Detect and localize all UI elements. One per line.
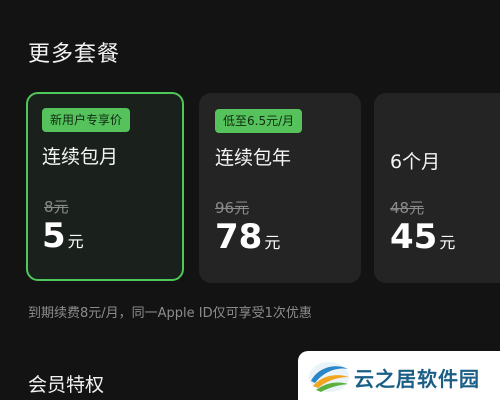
price-value: 78	[215, 217, 263, 257]
discount-badge: 低至6.5元/月	[215, 109, 303, 133]
price-unit: 元	[439, 233, 456, 252]
plan-card-yearly[interactable]: 低至6.5元/月 连续包年 96元 78 元	[199, 93, 361, 283]
new-user-price-badge: 新用户专享价	[42, 108, 131, 132]
price-value: 45	[390, 217, 438, 257]
price-unit: 元	[67, 232, 84, 251]
plan-name: 6个月	[390, 151, 441, 173]
original-price: 48元	[390, 199, 425, 217]
original-price: 8元	[44, 198, 69, 216]
price: 5元	[42, 216, 84, 256]
price-unit: 元	[264, 233, 281, 252]
watermark-text: 云之居软件园	[354, 367, 480, 391]
plan-card-monthly[interactable]: 新用户专享价 连续包月 8元 5元	[26, 92, 184, 281]
plan-cards-row[interactable]: 新用户专享价 连续包月 8元 5元 低至6.5元/月 连续包年 96元 78 元 …	[26, 92, 500, 284]
plan-name: 连续包年	[215, 147, 292, 169]
plans-page: 更多套餐 新用户专享价 连续包月 8元 5元 低至6.5元/月 连续包年 96元…	[0, 0, 500, 400]
price: 78 元	[215, 217, 280, 257]
more-plans-title: 更多套餐	[28, 42, 121, 67]
member-privileges-title: 会员特权	[28, 374, 105, 396]
renewal-note: 到期续费8元/月，同一Apple ID仅可享受1次优惠	[28, 306, 312, 321]
original-price: 96元	[215, 199, 250, 217]
yunzhiju-logo-icon	[309, 362, 349, 392]
site-watermark: 云之居软件园	[298, 351, 500, 400]
price-value: 5	[42, 216, 66, 256]
price: 45 元	[390, 217, 455, 257]
plan-name: 连续包月	[42, 146, 119, 168]
plan-card-6-months[interactable]: 6个月 48元 45 元	[374, 93, 500, 283]
